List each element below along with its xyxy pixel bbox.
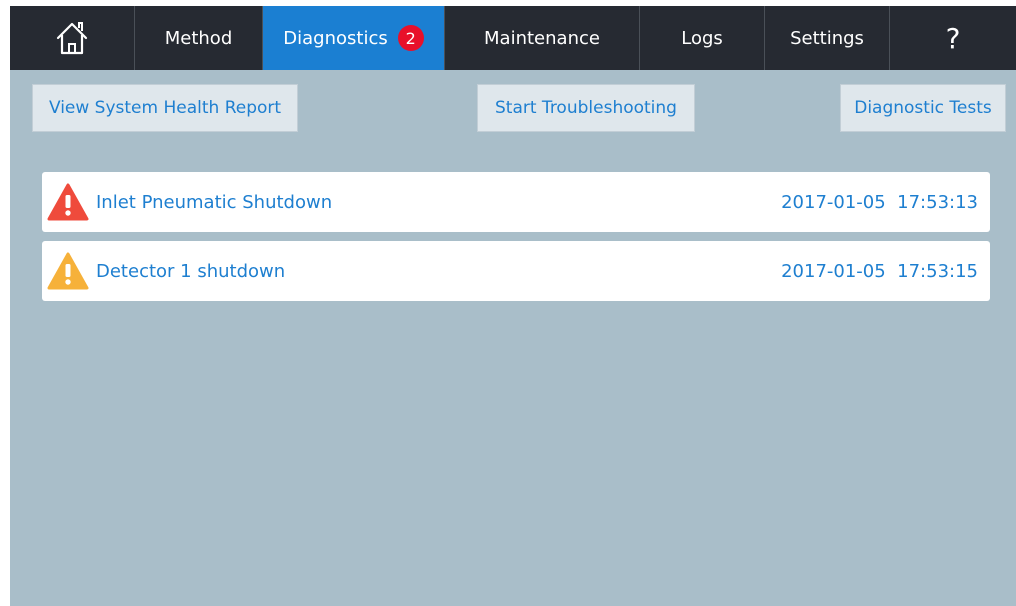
- tab-method[interactable]: Method: [135, 6, 263, 70]
- help-icon: ?: [945, 21, 961, 55]
- start-troubleshooting-button[interactable]: Start Troubleshooting: [477, 84, 695, 132]
- alarm-message: Inlet Pneumatic Shutdown: [96, 191, 333, 213]
- app-frame: Method Diagnostics 2 Maintenance Logs Se…: [10, 6, 1016, 606]
- tab-settings[interactable]: Settings: [765, 6, 890, 70]
- tab-maintenance-label: Maintenance: [484, 27, 600, 49]
- top-navigation: Method Diagnostics 2 Maintenance Logs Se…: [10, 6, 1016, 70]
- help-button[interactable]: ?: [890, 6, 1016, 70]
- alarm-row[interactable]: Inlet Pneumatic Shutdown 2017-01-05 17:5…: [42, 172, 990, 232]
- alarm-row[interactable]: Detector 1 shutdown 2017-01-05 17:53:15: [42, 241, 990, 301]
- alarm-timestamp: 2017-01-05 17:53:13: [781, 191, 978, 213]
- diagnostic-tests-button[interactable]: Diagnostic Tests: [840, 84, 1006, 132]
- alert-count-badge: 2: [397, 25, 424, 51]
- alarm-message: Detector 1 shutdown: [96, 260, 286, 282]
- tab-logs[interactable]: Logs: [640, 6, 765, 70]
- error-warning-icon: [46, 182, 90, 222]
- tab-diagnostics-label: Diagnostics: [283, 27, 388, 49]
- view-health-report-button[interactable]: View System Health Report: [32, 84, 298, 132]
- tab-diagnostics[interactable]: Diagnostics 2: [263, 6, 445, 70]
- tab-logs-label: Logs: [681, 27, 723, 49]
- caution-warning-icon: [46, 251, 90, 291]
- home-icon: [56, 22, 88, 55]
- tab-maintenance[interactable]: Maintenance: [445, 6, 640, 70]
- tab-method-label: Method: [164, 27, 233, 49]
- tab-settings-label: Settings: [790, 27, 864, 49]
- alarm-timestamp: 2017-01-05 17:53:15: [781, 260, 978, 282]
- tab-home[interactable]: [10, 6, 135, 70]
